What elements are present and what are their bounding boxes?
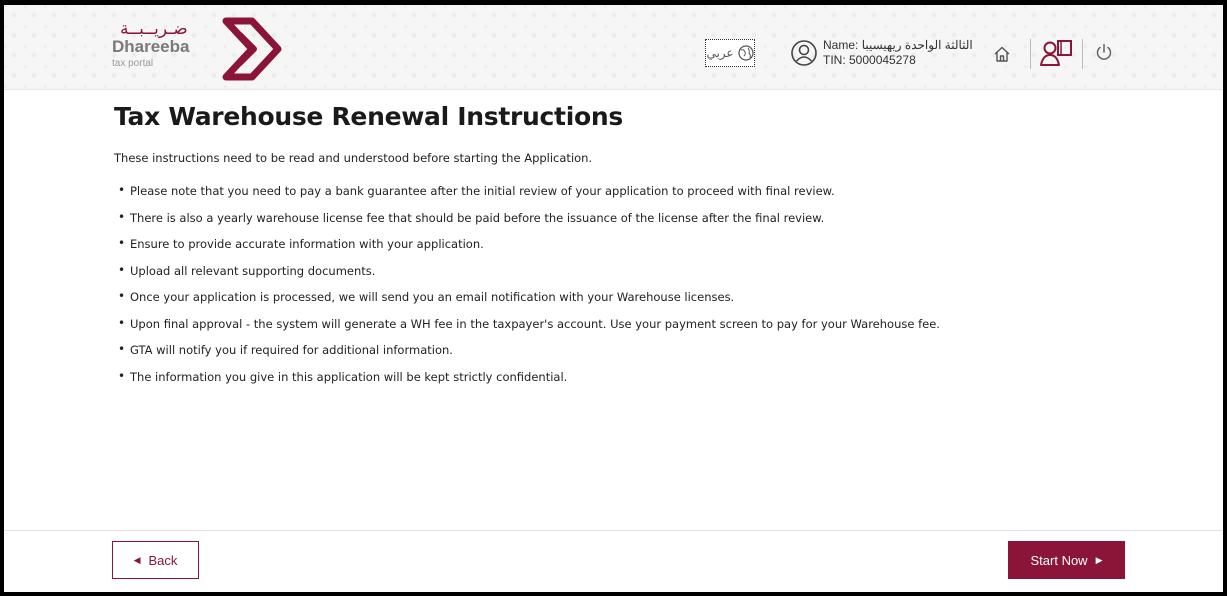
instruction-item: Upon final approval - the system will ge… [114,316,940,344]
instruction-item: Ensure to provide accurate information w… [114,236,940,264]
home-icon[interactable] [993,45,1011,63]
user-circle-icon [791,40,817,66]
header-bar: ضـريــبــة Dhareeba tax portal عربي Name… [4,5,1223,90]
intro-text: These instructions need to be read and u… [114,151,593,165]
instruction-item: Please note that you need to pay a bank … [114,183,940,211]
language-toggle-button[interactable]: عربي [705,39,755,67]
instruction-item: The information you give in this applica… [114,369,940,397]
dhareeba-logo[interactable]: ضـريــبــة Dhareeba tax portal [112,15,312,85]
instruction-item: There is also a yearly warehouse license… [114,210,940,238]
logo-name: Dhareeba [112,37,190,56]
globe-icon [737,45,754,61]
user-name: Name: الثالثة الواحدة ريهيسيبا [823,38,973,52]
language-label: عربي [706,46,734,60]
header-divider [1082,39,1083,69]
power-icon[interactable] [1095,43,1113,61]
page-title: Tax Warehouse Renewal Instructions [114,102,623,131]
triangle-right-icon: ▶ [1095,554,1103,565]
instruction-item: Upload all relevant supporting documents… [114,263,940,291]
logo-arabic-text: ضـريــبــة [120,19,188,39]
header-divider [1030,39,1031,69]
start-now-label: Start Now [1030,552,1088,568]
profile-switch-icon[interactable] [1040,38,1074,68]
footer-divider [4,530,1223,531]
user-tin: TIN: 5000045278 [823,53,916,67]
instruction-item: Once your application is processed, we w… [114,289,940,317]
instructions-list: Please note that you need to pay a bank … [114,183,940,397]
logo-subtitle: tax portal [112,58,154,69]
start-now-button[interactable]: Start Now ▶ [1008,541,1125,579]
triangle-left-icon: ◀ [133,554,141,565]
back-button-label: Back [148,552,178,568]
page-frame: ضـريــبــة Dhareeba tax portal عربي Name… [4,5,1223,592]
instruction-item: GTA will notify you if required for addi… [114,342,940,370]
back-button[interactable]: ◀ Back [112,541,199,579]
logo-chevron-icon [222,17,282,81]
